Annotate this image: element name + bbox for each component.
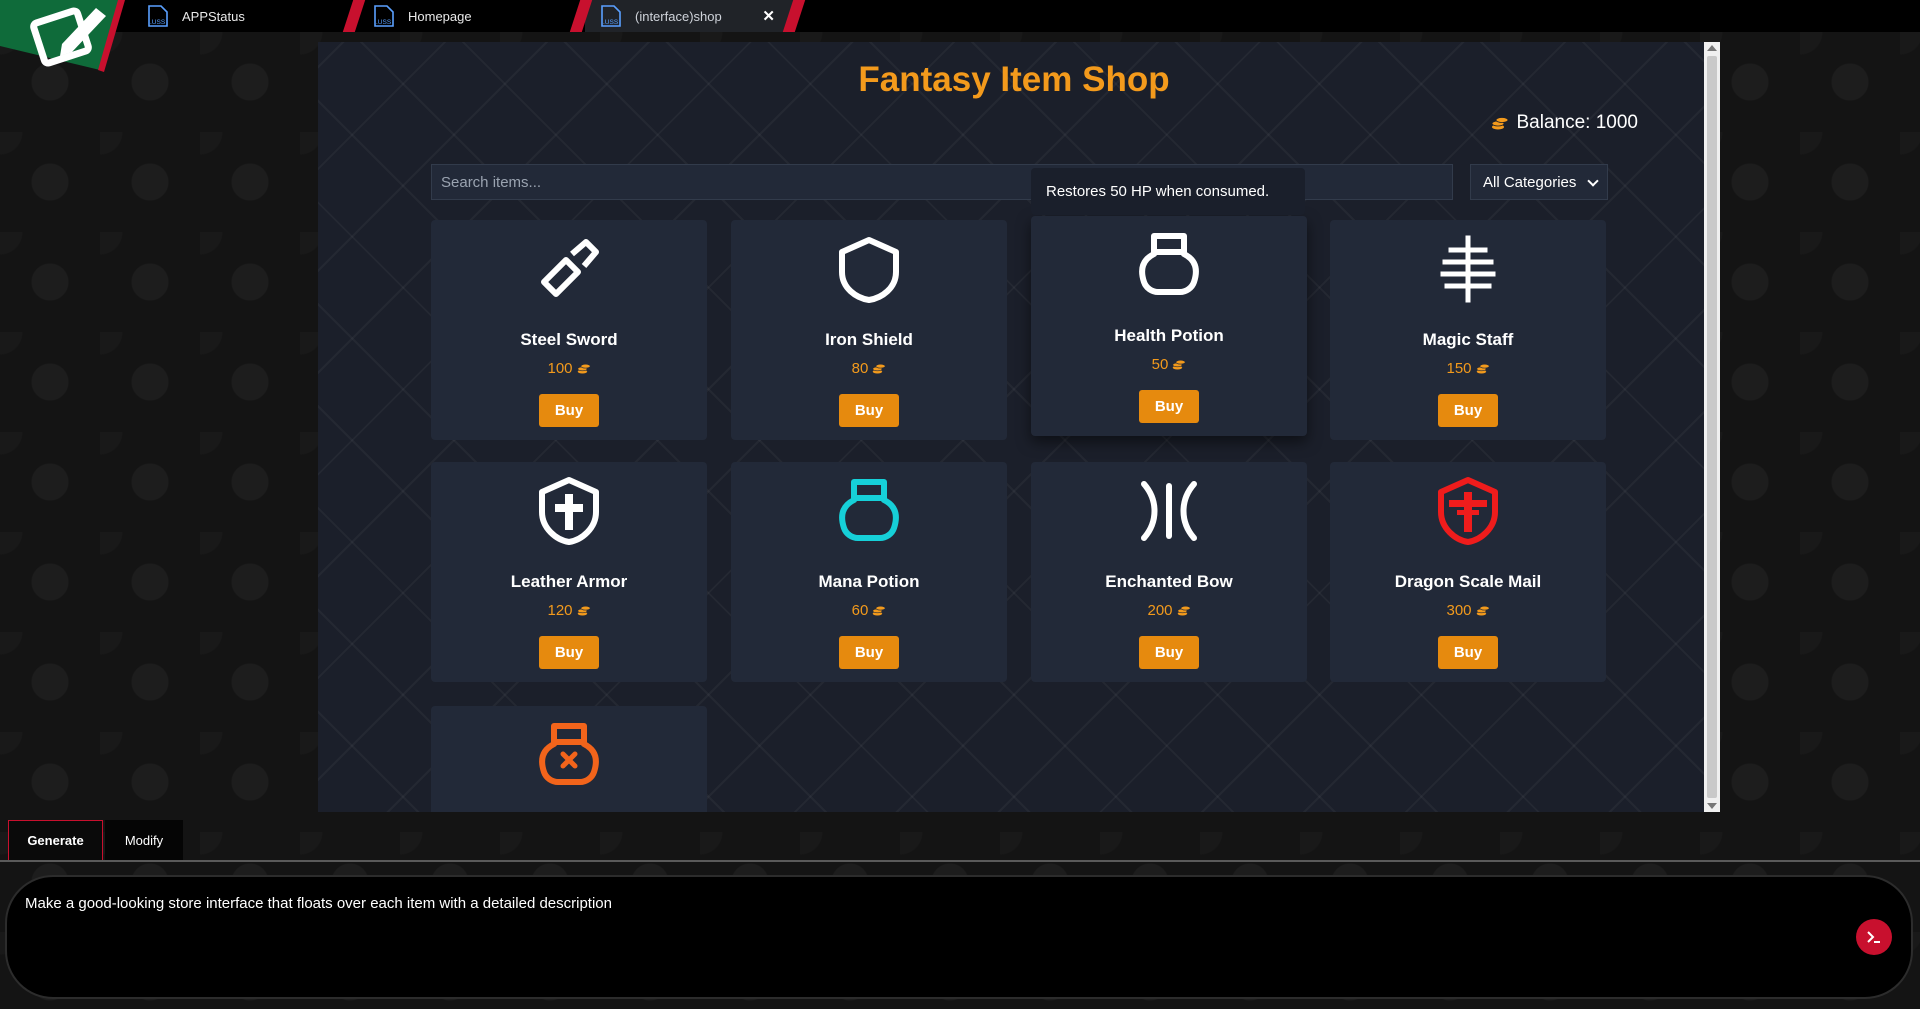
coins-icon	[1475, 605, 1490, 616]
page-title: Fantasy Item Shop	[858, 60, 1170, 99]
item-price-value: 150	[1446, 360, 1472, 377]
item-name: Enchanted Bow	[1105, 572, 1233, 591]
shop-preview: Fantasy Item Shop Balance: 1000 All Cate…	[318, 42, 1710, 812]
item-card[interactable]: Enchanted Bow 200 Buy	[1031, 462, 1307, 682]
item-card[interactable]: Iron Shield 80 Buy	[731, 220, 1007, 440]
svg-text:.USS: .USS	[603, 19, 619, 26]
item-name: Magic Staff	[1422, 330, 1514, 349]
item-price: 80	[731, 360, 1007, 377]
buy-button[interactable]: Buy	[839, 394, 899, 427]
item-name: Health Potion	[1114, 326, 1224, 345]
app-logo-icon	[0, 0, 125, 72]
shield-icon	[839, 237, 899, 303]
editor-tab-bar: .USS APPStatus .USS Homepage .USS (inter…	[0, 0, 1920, 32]
close-icon[interactable]: ✕	[762, 7, 775, 25]
buy-button[interactable]: Buy	[539, 394, 599, 427]
coins-icon	[1176, 605, 1191, 616]
item-price: 120	[431, 602, 707, 619]
scroll-down-icon[interactable]	[1707, 803, 1717, 809]
tab-interface-shop[interactable]: .USS (interface)shop ✕	[569, 0, 806, 32]
item-description-tooltip: Restores 50 HP when consumed.	[1031, 168, 1305, 215]
coins-icon	[1172, 359, 1186, 370]
item-name: Leather Armor	[510, 572, 628, 591]
scroll-up-icon[interactable]	[1707, 45, 1717, 51]
buy-button[interactable]: Buy	[1139, 390, 1199, 423]
item-price: 60	[731, 602, 1007, 619]
poison-potion-icon	[539, 723, 599, 785]
coins-icon	[576, 605, 591, 616]
item-card[interactable]: Mana Potion 60 Buy	[731, 462, 1007, 682]
sword-icon	[541, 239, 599, 297]
tab-homepage[interactable]: .USS Homepage	[342, 0, 562, 32]
mode-tabs: Generate Modify	[8, 820, 183, 860]
buy-button[interactable]: Buy	[1139, 636, 1199, 669]
uss-file-icon: .USS	[148, 5, 168, 27]
item-price: 50	[1031, 356, 1307, 373]
armor-icon	[539, 477, 599, 545]
coins-icon	[872, 363, 886, 374]
tab-appstatus[interactable]: .USS APPStatus	[146, 0, 336, 32]
item-card[interactable]: Steel Sword 100 Buy	[431, 220, 707, 440]
uss-file-icon: .USS	[374, 5, 394, 27]
tab-modify[interactable]: Modify	[105, 820, 183, 860]
item-price-value: 120	[547, 602, 573, 619]
svg-text:.USS: .USS	[376, 19, 392, 26]
item-price-value: 50	[1151, 356, 1169, 373]
coins-icon	[872, 605, 886, 616]
dragon-armor-icon	[1438, 477, 1498, 545]
tab-separator	[782, 0, 806, 32]
terminal-icon	[1867, 931, 1880, 943]
buy-button[interactable]: Buy	[839, 636, 899, 669]
item-price: 100	[431, 360, 707, 377]
svg-text:.USS: .USS	[150, 19, 166, 26]
category-select[interactable]: All Categories	[1470, 164, 1608, 200]
bow-icon	[1141, 481, 1197, 541]
tab-separator	[569, 0, 593, 32]
tab-label: APPStatus	[182, 8, 245, 24]
chevron-down-icon	[1587, 175, 1599, 187]
item-price-value: 100	[547, 360, 573, 377]
coins-icon	[1491, 117, 1508, 130]
tab-label: (interface)shop	[635, 8, 722, 24]
buy-button[interactable]: Buy	[1438, 394, 1498, 427]
tab-separator	[342, 0, 366, 32]
item-price-value: 60	[851, 602, 869, 619]
category-select-value: All Categories	[1483, 173, 1577, 191]
item-name: Mana Potion	[818, 572, 920, 591]
potion-icon	[839, 479, 899, 541]
item-name: Iron Shield	[825, 330, 913, 349]
send-button[interactable]	[1856, 919, 1892, 955]
balance-text: Balance: 1000	[1516, 112, 1639, 133]
tab-generate[interactable]: Generate	[8, 820, 103, 860]
item-price: 300	[1330, 602, 1606, 619]
potion-icon	[1139, 233, 1199, 295]
item-card[interactable]	[431, 706, 707, 812]
item-card[interactable]: Dragon Scale Mail 300 Buy	[1330, 462, 1606, 682]
panel-divider	[0, 860, 1920, 862]
item-card[interactable]: Magic Staff 150 Buy	[1330, 220, 1606, 440]
item-card[interactable]: Leather Armor 120 Buy	[431, 462, 707, 682]
item-price-value: 300	[1446, 602, 1472, 619]
item-price: 200	[1031, 602, 1307, 619]
prompt-text: Make a good-looking store interface that…	[25, 895, 612, 912]
coins-icon	[1475, 363, 1490, 374]
item-name: Steel Sword	[520, 330, 618, 349]
coins-icon	[576, 363, 591, 374]
tab-label: Homepage	[408, 8, 472, 24]
item-price: 150	[1330, 360, 1606, 377]
buy-button[interactable]: Buy	[539, 636, 599, 669]
scrollbar-thumb[interactable]	[1707, 56, 1717, 798]
item-price-value: 200	[1147, 602, 1173, 619]
uss-file-icon: .USS	[601, 5, 621, 27]
buy-button[interactable]: Buy	[1438, 636, 1498, 669]
preview-scrollbar[interactable]	[1704, 42, 1720, 812]
staff-icon	[1440, 235, 1496, 303]
item-price-value: 80	[851, 360, 869, 377]
item-card-hovered[interactable]: Health Potion 50 Buy	[1031, 216, 1307, 436]
balance-display: Balance: 1000	[1491, 112, 1639, 134]
item-name: Dragon Scale Mail	[1394, 572, 1542, 591]
prompt-input[interactable]: Make a good-looking store interface that…	[5, 875, 1913, 999]
